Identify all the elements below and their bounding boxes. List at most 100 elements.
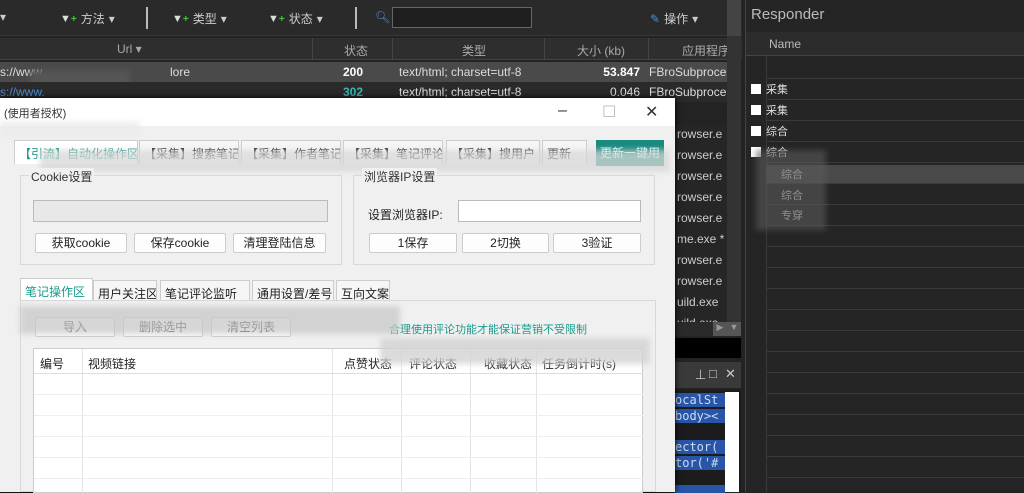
status-label: 状态 — [288, 12, 313, 26]
name-header: Name — [746, 32, 1024, 56]
browser-group-label: 浏览器IP设置 — [362, 168, 438, 185]
cookie-input[interactable] — [33, 200, 328, 222]
maximize-icon[interactable]: □ — [709, 366, 717, 381]
process-name: rowser.e — [677, 169, 723, 183]
row-divider — [766, 99, 1024, 100]
edit-icon: ✎ — [650, 11, 661, 26]
pane-header: ⊥ □ ✕ — [675, 362, 741, 388]
browser-ip-group: 浏览器IP设置 设置浏览器IP: 1保存 2切换 3验证 — [353, 168, 655, 265]
cookie-group: Cookie设置 获取cookie 保存cookie 清理登陆信息 — [20, 168, 342, 265]
app-dialog: (使用者授权) – ☐ ✕ 【引流】自动化操作区 【采集】搜索笔记 【采集】作者… — [0, 98, 675, 493]
minimize-icon[interactable]: – — [558, 102, 567, 120]
actions-menu[interactable]: ✎ 操作 ▾ — [650, 10, 698, 27]
black-bar — [675, 338, 741, 358]
type-filter[interactable]: ▼+ 类型 ▾ — [172, 10, 227, 27]
row-divider — [766, 330, 1024, 331]
cookie-group-label: Cookie设置 — [29, 168, 95, 185]
row-url-tail: lore — [170, 65, 191, 79]
save-ip-button[interactable]: 1保存 — [369, 233, 457, 253]
chevron-down-icon: ▾ — [316, 11, 323, 26]
row-divider — [766, 120, 1024, 121]
vertical-scrollbar[interactable]: ▼ — [727, 36, 741, 336]
row-size: 53.847 — [603, 65, 640, 79]
process-name: rowser.e — [677, 190, 723, 204]
process-name: rowser.e — [677, 211, 723, 225]
row-divider — [766, 246, 1024, 247]
process-name: me.exe * — [677, 232, 725, 246]
col-size[interactable]: 大小 (kb) — [577, 42, 625, 59]
browser-ip-input[interactable] — [458, 200, 641, 222]
status-filter[interactable]: ▼+ 状态 ▾ — [268, 10, 323, 27]
process-name: uild.exe — [677, 295, 719, 309]
col-type[interactable]: 类型 — [462, 42, 486, 59]
switch-ip-button[interactable]: 2切换 — [462, 233, 549, 253]
code-editor[interactable]: ocalSt body>< ector( tor('# — [675, 390, 741, 493]
horizontal-scrollbar[interactable]: ▶ — [675, 322, 727, 336]
ip-label: 设置浏览器IP: — [368, 208, 443, 222]
clear-login-button[interactable]: 清理登陆信息 — [233, 233, 326, 253]
method-filter[interactable]: ▼+ 方法 ▾ — [60, 10, 115, 27]
checkbox[interactable] — [751, 126, 761, 136]
type-label: 类型 — [192, 12, 217, 26]
panel-title: Responder — [751, 6, 825, 23]
row-divider — [766, 393, 1024, 394]
row-divider — [766, 456, 1024, 457]
col-app[interactable]: 应用程序 — [682, 42, 730, 59]
process-column: rowser.e rowser.e rowser.e rowser.e rows… — [675, 125, 727, 335]
process-name: rowser.e — [677, 274, 723, 288]
chevron-down-icon: ▾ — [108, 11, 115, 26]
verify-ip-button[interactable]: 3验证 — [553, 233, 641, 253]
row-status: 302 — [343, 85, 364, 99]
toolbar: ▾ ▼+ 方法 ▾ ▼+ 类型 ▾ ▼+ 状态 ▾ 🔍︎ ✎ 操作 ▾ — [0, 0, 742, 36]
row-divider — [766, 309, 1024, 310]
row-type: text/html; charset=utf-8 — [399, 85, 522, 99]
column-header: Url ▾ 状态 类型 大小 (kb) 应用程序 — [0, 38, 742, 60]
dialog-title: (使用者授权) — [4, 108, 67, 120]
task-table[interactable]: 编号 视频链接 点赞状态 评论状态 收藏状态 任务倒计时(s) — [33, 348, 643, 493]
filter-icon: ▼+ — [172, 12, 189, 25]
process-name: rowser.e — [677, 253, 723, 267]
th-video-link[interactable]: 视频链接 — [88, 355, 136, 372]
checkbox[interactable] — [751, 105, 761, 115]
get-cookie-button[interactable]: 获取cookie — [35, 233, 127, 253]
row-url: s://www. — [0, 85, 45, 99]
dropdown-arrow[interactable]: ▾ — [0, 10, 6, 24]
close-icon[interactable]: ✕ — [725, 366, 736, 382]
save-cookie-button[interactable]: 保存cookie — [134, 233, 226, 253]
col-name[interactable]: Name — [769, 37, 801, 51]
chevron-down-icon: ▾ — [692, 11, 699, 26]
divider — [146, 7, 148, 29]
close-icon[interactable]: ✕ — [645, 102, 658, 122]
row-divider — [766, 267, 1024, 268]
row-size: 0.046 — [609, 85, 640, 99]
divider — [355, 7, 357, 29]
filter-icon: ▼+ — [268, 12, 285, 25]
filter-icon: ▼+ — [60, 12, 77, 25]
th-id[interactable]: 编号 — [40, 355, 64, 372]
process-name: rowser.e — [677, 148, 723, 162]
row-app: FBroSubproce — [649, 65, 727, 79]
col-status[interactable]: 状态 — [344, 42, 368, 59]
row-divider — [766, 141, 1024, 142]
col-url[interactable]: Url ▾ — [117, 42, 142, 56]
method-label: 方法 — [80, 12, 105, 26]
rule-name[interactable]: 采集 — [766, 102, 788, 118]
scrollbar-up[interactable] — [727, 0, 741, 36]
chevron-down-icon: ▾ — [220, 11, 227, 26]
rule-name[interactable]: 采集 — [766, 81, 788, 97]
subtab-note-ops[interactable]: 笔记操作区 — [20, 278, 93, 302]
row-divider — [766, 288, 1024, 289]
rule-name[interactable]: 综合 — [766, 123, 788, 139]
maximize-icon[interactable]: ☐ — [602, 102, 616, 122]
usage-notice: 合理使用评论功能才能保证营销不受限制 — [389, 324, 587, 336]
pin-icon[interactable]: ⊥ — [695, 367, 706, 383]
checkbox[interactable] — [751, 84, 761, 94]
search-input[interactable] — [392, 7, 532, 28]
responder-panel: Responder Name 采集 采集 综合 综合 综合 综合 专穿 — [745, 0, 1024, 492]
dialog-titlebar[interactable]: (使用者授权) – ☐ ✕ — [0, 98, 675, 138]
row-divider — [766, 372, 1024, 373]
actions-label: 操作 — [664, 12, 689, 26]
row-divider — [766, 78, 1024, 79]
row-type: text/html; charset=utf-8 — [399, 65, 522, 79]
row-status: 200 — [343, 65, 364, 79]
